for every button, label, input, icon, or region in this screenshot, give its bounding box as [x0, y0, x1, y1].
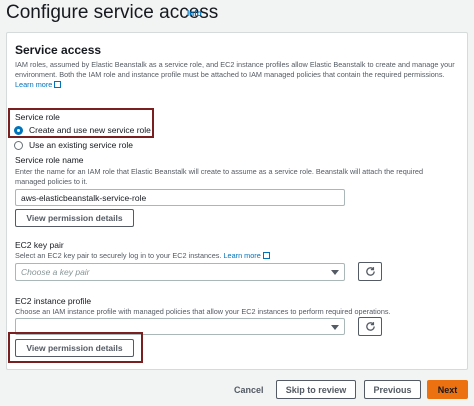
chevron-down-icon [331, 324, 339, 330]
section-title: Service access [15, 43, 102, 57]
info-link[interactable]: Info [187, 9, 202, 18]
radio-create-new-role[interactable]: Create and use new service role [14, 125, 151, 135]
refresh-icon [365, 267, 375, 276]
external-link-icon [54, 81, 62, 88]
skip-to-review-button[interactable]: Skip to review [276, 380, 356, 399]
radio-use-existing-role-label: Use an existing service role [29, 140, 133, 150]
radio-create-new-role-label: Create and use new service role [29, 125, 151, 135]
ec2-key-pair-description-text: Select an EC2 key pair to securely log i… [15, 251, 222, 260]
ec2-key-pair-placeholder: Choose a key pair [21, 267, 90, 277]
next-button[interactable]: Next [427, 380, 468, 399]
refresh-instance-profiles-button[interactable] [358, 317, 382, 336]
section-description-text: IAM roles, assumed by Elastic Beanstalk … [15, 60, 455, 79]
ec2-key-pair-learn-more-link[interactable]: Learn more [223, 251, 260, 260]
previous-button[interactable]: Previous [364, 380, 421, 399]
ec2-instance-profile-description: Choose an IAM instance profile with mana… [15, 307, 391, 316]
cancel-button[interactable]: Cancel [234, 385, 264, 395]
ec2-key-pair-label: EC2 key pair [15, 240, 64, 250]
section-description: IAM roles, assumed by Elastic Beanstalk … [15, 60, 465, 90]
radio-unchecked-icon [14, 140, 23, 150]
radio-use-existing-role[interactable]: Use an existing service role [14, 140, 133, 150]
service-role-label: Service role [15, 112, 60, 122]
refresh-icon [365, 322, 375, 331]
service-role-name-input[interactable]: aws-elasticbeanstalk-service-role [15, 189, 345, 206]
chevron-down-icon [331, 270, 339, 275]
service-role-name-description: Enter the name for an IAM role that Elas… [15, 167, 424, 186]
external-link-icon [262, 252, 270, 259]
radio-checked-icon [14, 125, 23, 135]
view-permission-details-button-profile[interactable]: View permission details [15, 339, 134, 357]
learn-more-link[interactable]: Learn more [15, 80, 52, 89]
ec2-key-pair-select[interactable]: Choose a key pair [15, 263, 345, 281]
ec2-key-pair-description: Select an EC2 key pair to securely log i… [15, 251, 455, 261]
refresh-key-pairs-button[interactable] [358, 262, 382, 281]
view-permission-details-button-role[interactable]: View permission details [15, 209, 134, 227]
ec2-instance-profile-label: EC2 instance profile [15, 296, 92, 306]
service-role-name-label: Service role name [15, 155, 84, 165]
